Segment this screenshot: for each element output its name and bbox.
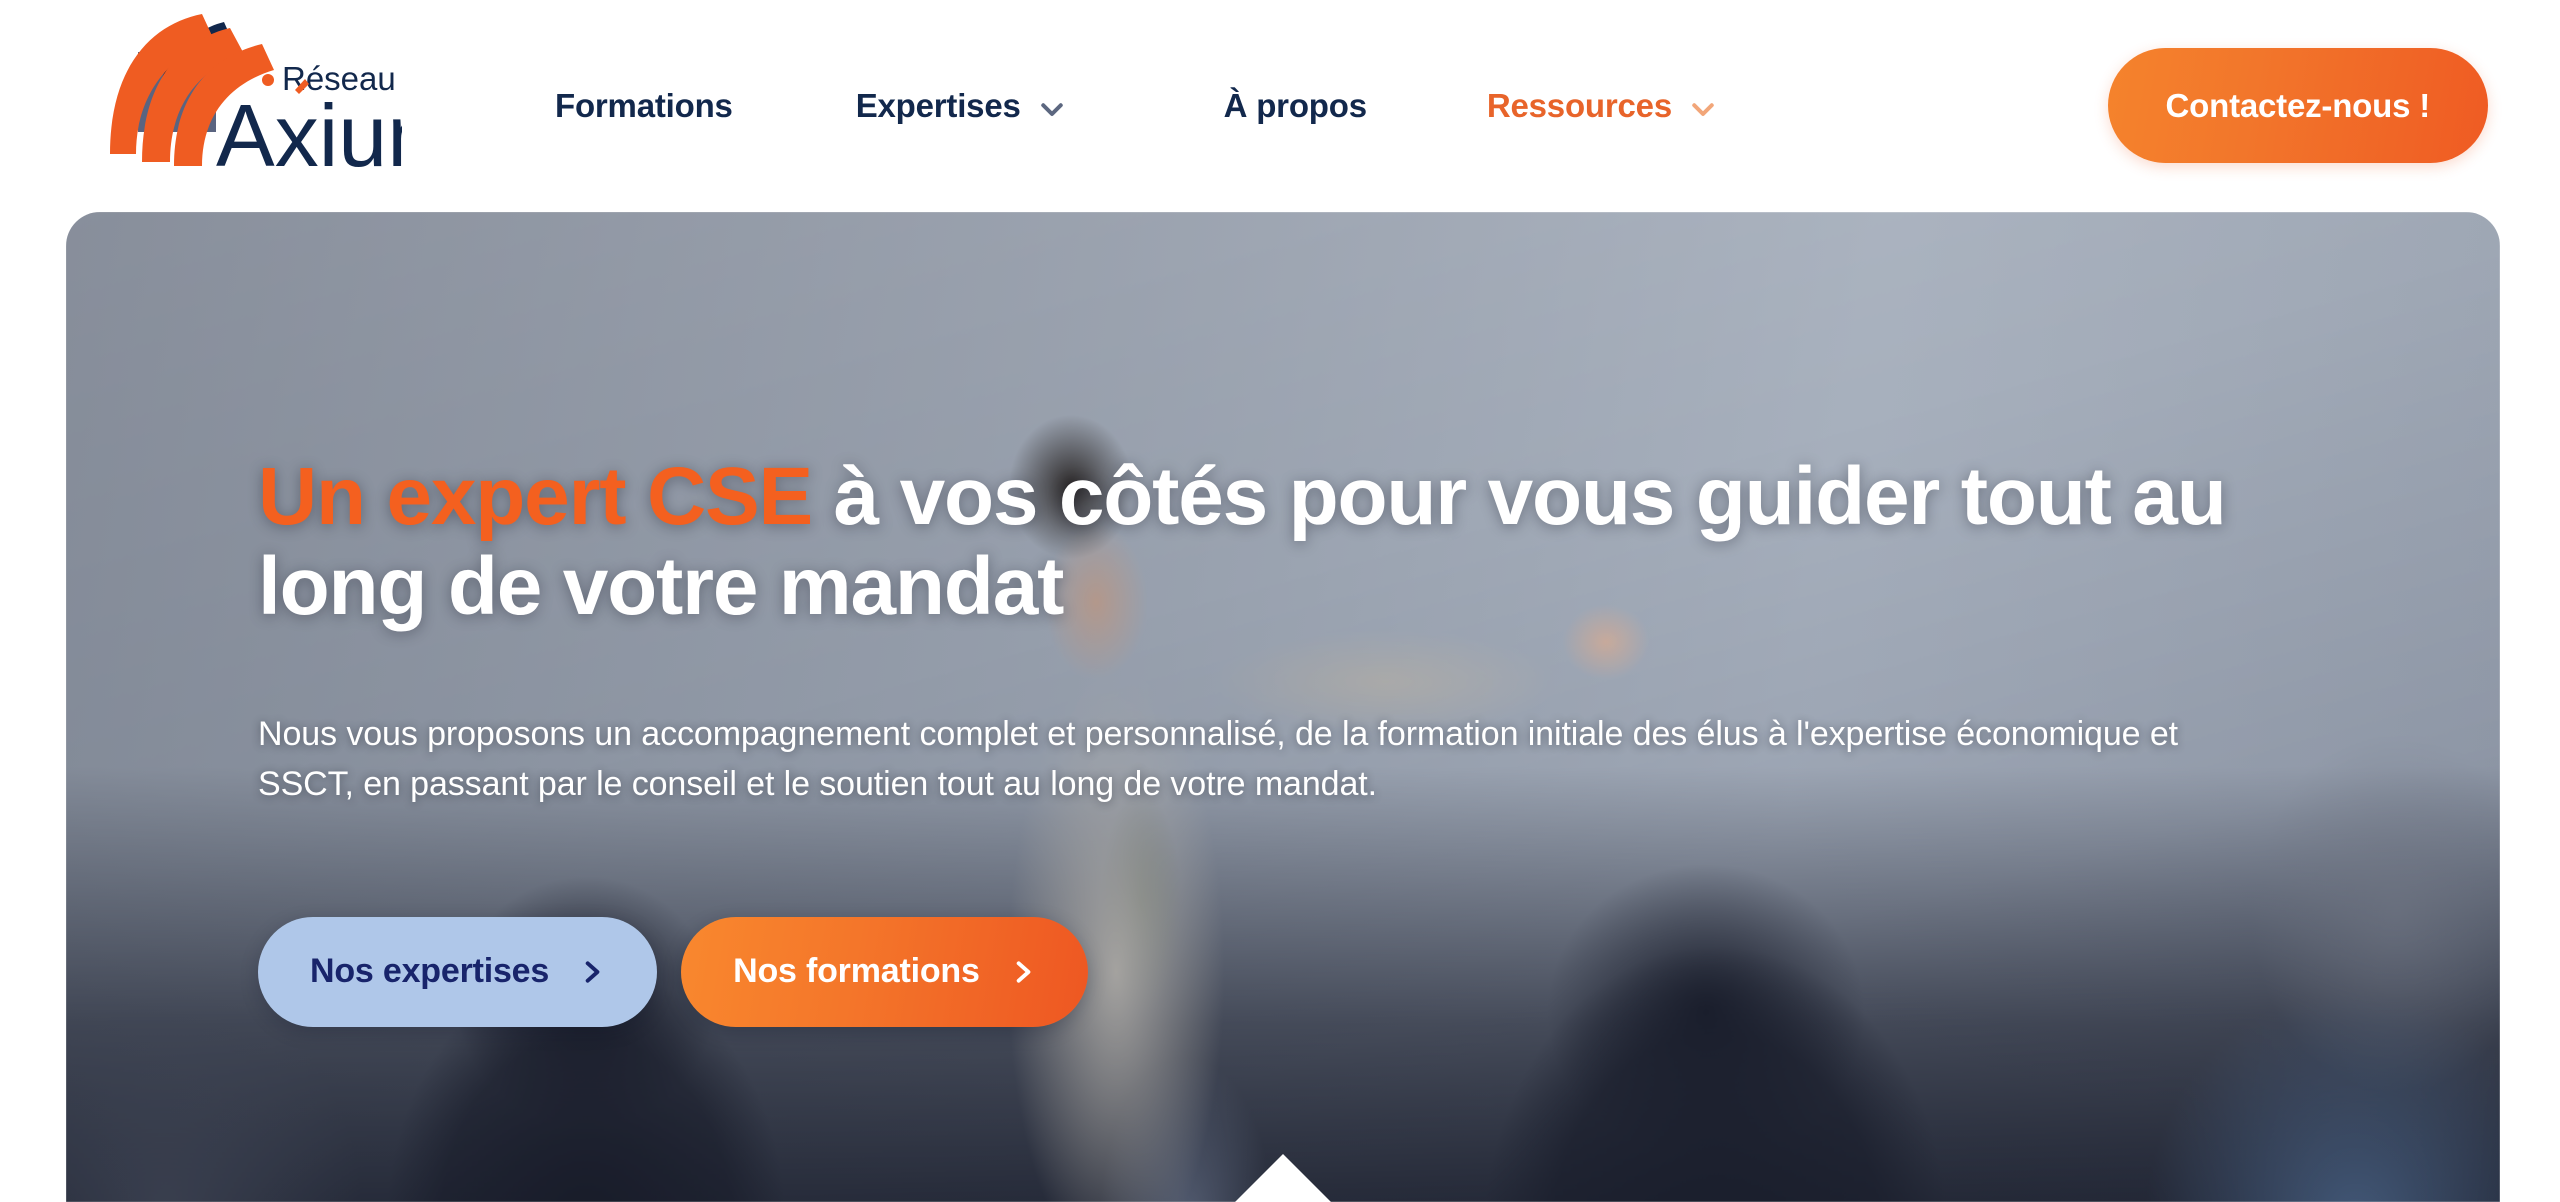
chevron-right-icon xyxy=(579,955,605,989)
site-header: Réseau Axium Formations Expertises À pro… xyxy=(0,0,2560,212)
hero-content: Un expert CSE à vos côtés pour vous guid… xyxy=(258,451,2318,1027)
main-navigation: Formations Expertises À propos Ressource… xyxy=(555,0,1718,212)
nav-item-label: À propos xyxy=(1223,87,1367,124)
svg-text:Axium: Axium xyxy=(216,86,402,184)
scroll-down-notch-icon xyxy=(1235,1154,1331,1202)
chevron-right-icon xyxy=(1010,955,1036,989)
nos-expertises-label: Nos expertises xyxy=(310,952,550,991)
nav-item-label: Ressources xyxy=(1486,87,1672,124)
hero-section: Un expert CSE à vos côtés pour vous guid… xyxy=(66,212,2500,1202)
hero-title-accent: Un expert CSE xyxy=(258,451,813,542)
nos-formations-button[interactable]: Nos formations xyxy=(681,916,1088,1027)
nav-item-expertises[interactable]: Expertises xyxy=(856,87,1067,125)
nav-item-ressources[interactable]: Ressources xyxy=(1487,87,1718,125)
nos-expertises-button[interactable]: Nos expertises xyxy=(258,916,658,1027)
nav-item-label: Expertises xyxy=(855,87,1021,124)
contact-us-button[interactable]: Contactez-nous ! xyxy=(2107,48,2488,163)
nos-formations-label: Nos formations xyxy=(733,952,980,991)
hero-title: Un expert CSE à vos côtés pour vous guid… xyxy=(258,451,2268,632)
nav-item-label: Formations xyxy=(555,87,733,124)
nav-item-a-propos[interactable]: À propos xyxy=(1224,87,1367,125)
logo-mark-icon: Réseau Axium xyxy=(110,14,461,185)
hero-action-buttons: Nos expertises Nos formations xyxy=(258,916,2318,1027)
chevron-down-icon xyxy=(1037,94,1067,124)
logo-reseau-axium[interactable]: Réseau Axium xyxy=(92,14,461,185)
nav-item-formations[interactable]: Formations xyxy=(555,87,733,125)
hero-subtitle: Nous vous proposons un accompagnement co… xyxy=(258,715,2178,803)
contact-us-label: Contactez-nous ! xyxy=(2165,86,2431,124)
chevron-down-icon xyxy=(1688,94,1718,124)
